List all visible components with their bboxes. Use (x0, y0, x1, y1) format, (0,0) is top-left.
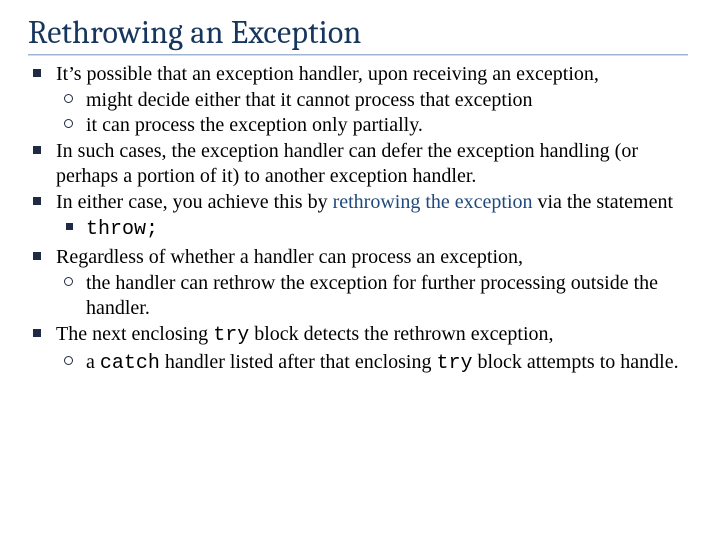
sub-item: it can process the exception only partia… (56, 113, 698, 137)
sub-list: throw; (56, 216, 698, 242)
code-text: try (213, 324, 249, 347)
title-underline (28, 54, 688, 56)
code-text: catch (100, 352, 160, 375)
sub-item: throw; (56, 216, 698, 242)
item-text: It’s possible that an exception handler,… (56, 63, 599, 85)
sub-list: the handler can rethrow the exception fo… (56, 271, 698, 320)
item-text: The next enclosing (56, 323, 213, 345)
list-item: The next enclosing try block detects the… (28, 322, 698, 377)
slide-title: Rethrowing an Exception (28, 14, 698, 51)
sub-list: might decide either that it cannot proce… (56, 88, 698, 137)
sub-item: the handler can rethrow the exception fo… (56, 271, 698, 320)
list-item: In such cases, the exception handler can… (28, 139, 698, 188)
code-text: try (436, 352, 472, 375)
list-item: Regardless of whether a handler can proc… (28, 245, 698, 320)
item-text: block attempts to handle. (473, 351, 679, 373)
sub-item: might decide either that it cannot proce… (56, 88, 698, 112)
list-item: In either case, you achieve this by reth… (28, 190, 698, 243)
slide: Rethrowing an Exception It’s possible th… (0, 0, 720, 389)
highlight-text: rethrowing the exception (333, 191, 538, 213)
item-text: In such cases, the exception handler can… (56, 140, 638, 186)
item-text: block detects the rethrown exception, (249, 323, 553, 345)
list-item: It’s possible that an exception handler,… (28, 62, 698, 137)
item-text: handler listed after that enclosing (160, 351, 437, 373)
item-text: In either case, you achieve this by (56, 191, 333, 213)
sub-item: a catch handler listed after that enclos… (56, 350, 698, 376)
sub-list: a catch handler listed after that enclos… (56, 350, 698, 376)
item-text: via the statement (538, 191, 674, 213)
item-text: a (86, 351, 100, 373)
item-text: Regardless of whether a handler can proc… (56, 246, 523, 268)
bullet-list: It’s possible that an exception handler,… (28, 62, 698, 377)
code-text: throw; (86, 218, 158, 241)
